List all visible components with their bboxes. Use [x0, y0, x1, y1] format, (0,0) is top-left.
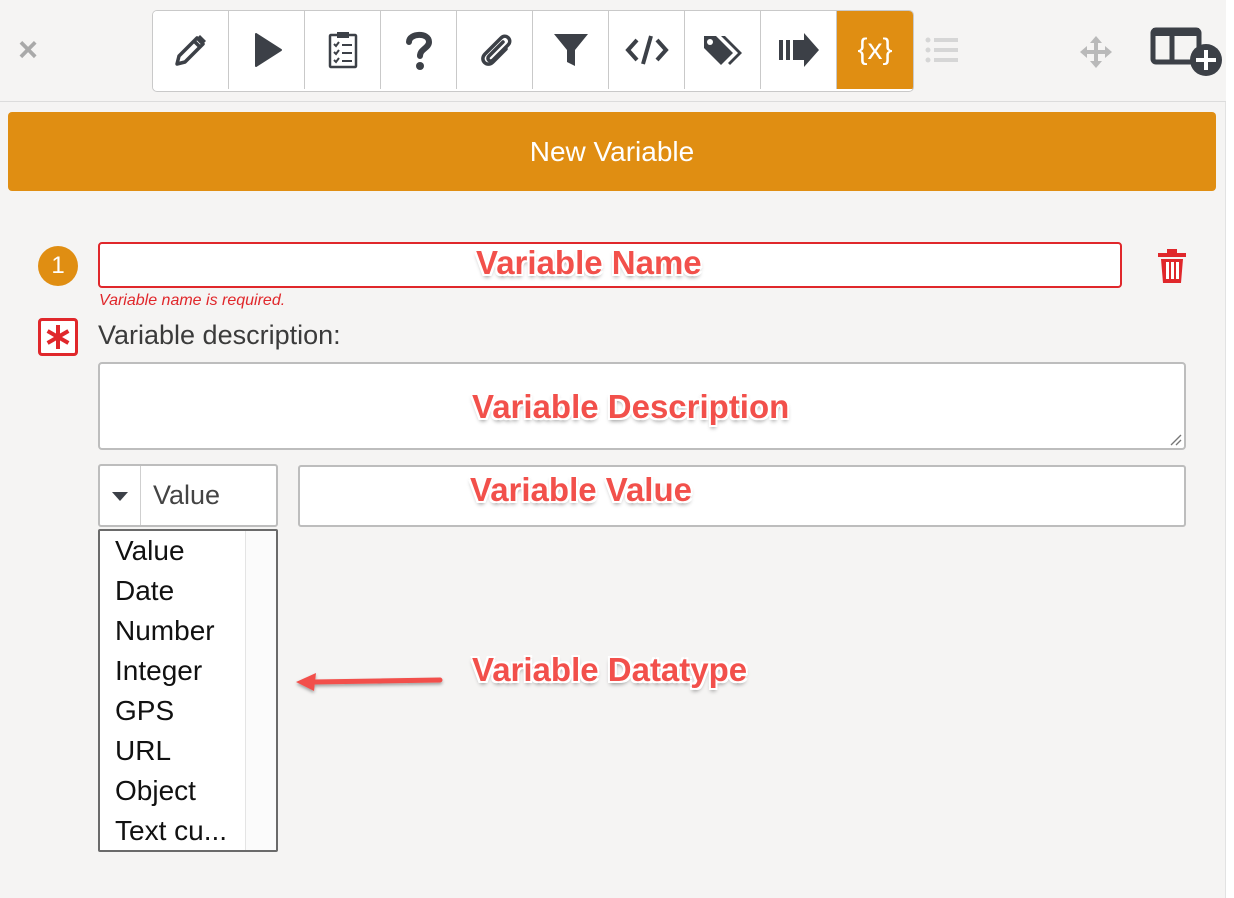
required-asterisk-icon [38, 318, 78, 356]
close-icon[interactable]: × [14, 33, 42, 67]
tags-icon[interactable] [685, 11, 761, 89]
datatype-dropdown[interactable]: Value Date Number Integer GPS URL Object… [98, 529, 278, 852]
datatype-option[interactable]: Integer [100, 652, 245, 692]
annotation-arrow-icon [296, 673, 443, 691]
add-layout-icon[interactable] [1150, 20, 1226, 80]
chevron-down-icon[interactable] [100, 466, 141, 525]
list-icon[interactable] [924, 36, 960, 64]
move-icon[interactable] [1078, 34, 1114, 70]
name-error-message: Variable name is required. [99, 292, 286, 309]
datatype-option[interactable]: Object [100, 772, 245, 812]
datatype-option[interactable]: GPS [100, 692, 245, 732]
variable-icon[interactable]: {x} [837, 11, 913, 89]
pencil-icon[interactable] [153, 11, 229, 89]
resize-grip-icon[interactable] [1168, 432, 1182, 446]
datatype-selected-value: Value [153, 480, 221, 510]
window-edge [1225, 0, 1234, 898]
datatype-option[interactable]: Value [100, 532, 245, 572]
datatype-option[interactable]: Number [100, 612, 245, 652]
trash-icon[interactable] [1156, 248, 1188, 284]
annotation-variable-value: Variable Value [470, 471, 692, 508]
annotation-variable-datatype: Variable Datatype [472, 651, 748, 688]
datatype-option[interactable]: URL [100, 732, 245, 772]
new-variable-button[interactable]: New Variable [8, 112, 1216, 191]
play-icon[interactable] [229, 11, 305, 89]
step-number-badge: 1 [38, 246, 78, 286]
annotation-variable-name: Variable Name [476, 244, 702, 281]
clipboard-icon[interactable] [305, 11, 381, 89]
datatype-option[interactable]: Date [100, 572, 245, 612]
annotation-variable-description: Variable Description [472, 388, 790, 425]
forward-icon[interactable] [761, 11, 837, 89]
top-bar: × {x} [0, 0, 1226, 102]
dropdown-scrollbar[interactable] [245, 531, 276, 850]
filter-icon[interactable] [533, 11, 609, 89]
description-label: Variable description: [98, 320, 341, 350]
datatype-option[interactable]: Text cu... [100, 812, 245, 850]
toolbar: {x} [152, 10, 914, 92]
question-icon[interactable] [381, 11, 457, 89]
paperclip-icon[interactable] [457, 11, 533, 89]
code-icon[interactable] [609, 11, 685, 89]
variable-value-input[interactable] [298, 465, 1186, 527]
datatype-select[interactable]: Value [98, 464, 278, 527]
